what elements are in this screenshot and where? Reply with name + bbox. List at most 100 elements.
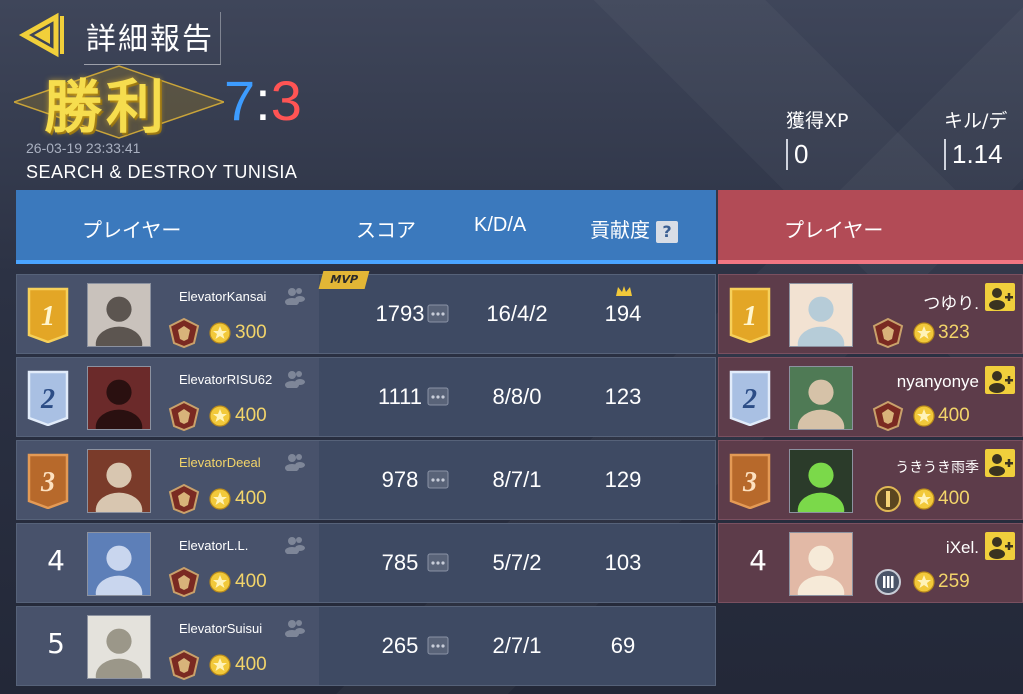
add-friend-icon bbox=[989, 537, 1013, 559]
player-kda: 16/4/2 bbox=[486, 301, 548, 326]
player-kda: 8/7/1 bbox=[492, 467, 542, 492]
friend-status-icon[interactable] bbox=[283, 285, 305, 305]
header-contrib: 貢献度 bbox=[590, 218, 650, 242]
rank-medal-icon: 3 bbox=[27, 453, 69, 509]
blue-player-row[interactable]: 2 ElevatorRISU62 400 1111 8/8/0 123 bbox=[16, 357, 716, 437]
rank-emblem-icon bbox=[872, 400, 904, 432]
back-button[interactable] bbox=[18, 12, 68, 58]
rank-medal-icon: 2 bbox=[729, 370, 771, 426]
add-friend-icon bbox=[989, 454, 1013, 476]
player-level: 259 bbox=[938, 571, 970, 592]
rank-medal-icon: 1 bbox=[729, 287, 771, 343]
player-avatar[interactable] bbox=[87, 615, 151, 679]
score-blue: 7 bbox=[224, 69, 256, 132]
player-level: 323 bbox=[938, 322, 970, 343]
player-name: つゆり. bbox=[923, 294, 979, 313]
svg-text:2: 2 bbox=[40, 384, 55, 415]
xp-stat: 獲得XP 0 bbox=[786, 106, 848, 170]
player-score: 1111 bbox=[377, 384, 423, 409]
star-icon bbox=[913, 322, 935, 344]
match-score: 7:3 bbox=[224, 68, 302, 133]
kd-value: 1.14 bbox=[944, 139, 1007, 170]
player-name: ElevatorRISU62 bbox=[179, 372, 273, 387]
red-header-player: プレイヤー bbox=[784, 218, 884, 242]
player-avatar[interactable] bbox=[789, 532, 853, 596]
svg-text:3: 3 bbox=[40, 467, 55, 498]
friend-status-icon[interactable] bbox=[283, 534, 305, 554]
friend-status-icon[interactable] bbox=[283, 451, 305, 471]
back-arrow-icon bbox=[18, 12, 64, 58]
player-avatar[interactable] bbox=[789, 283, 853, 347]
add-friend-icon bbox=[989, 371, 1013, 393]
player-name: うきうき雨季 bbox=[895, 459, 979, 475]
red-player-row[interactable]: 2 nyanyonye 400 bbox=[718, 357, 1023, 437]
rank-medal-icon: 3 bbox=[729, 453, 771, 509]
blue-player-row[interactable]: 5 ElevatorSuisui 400 265 2/7/1 69 bbox=[16, 606, 716, 686]
rank-emblem-icon bbox=[875, 569, 901, 595]
player-level: 400 bbox=[235, 654, 267, 675]
player-kda: 5/7/2 bbox=[492, 550, 542, 575]
score-separator: : bbox=[255, 69, 271, 132]
red-player-row[interactable]: 1 つゆり. 323 bbox=[718, 274, 1023, 354]
chat-icon[interactable] bbox=[427, 386, 449, 408]
player-contribution: 194 bbox=[604, 301, 642, 326]
add-friend-button[interactable] bbox=[985, 449, 1015, 477]
friend-status-icon[interactable] bbox=[283, 617, 305, 637]
red-player-row[interactable]: 4 iXel. 259 bbox=[718, 523, 1023, 603]
blue-player-row[interactable]: 1 ElevatorKansai 300 MVP 1793 16/4/2 194 bbox=[16, 271, 716, 354]
rank-emblem-icon bbox=[168, 400, 200, 432]
player-avatar[interactable] bbox=[87, 532, 151, 596]
player-level: 400 bbox=[235, 571, 267, 592]
mvp-badge: MVP bbox=[318, 271, 370, 289]
add-friend-icon bbox=[989, 288, 1013, 310]
rank-medal-icon: 2 bbox=[27, 370, 69, 426]
chat-icon[interactable] bbox=[427, 635, 449, 657]
blue-player-row[interactable]: 4 ElevatorL.L. 400 785 5/7/2 103 bbox=[16, 523, 716, 603]
chat-icon[interactable] bbox=[427, 552, 449, 574]
crown-icon bbox=[616, 286, 632, 296]
player-contribution: 123 bbox=[604, 384, 642, 409]
player-kda: 8/8/0 bbox=[492, 384, 542, 409]
star-icon bbox=[209, 405, 231, 427]
player-level: 400 bbox=[938, 405, 970, 426]
rank-number: 4 bbox=[749, 544, 767, 577]
rank-number: 4 bbox=[47, 544, 65, 577]
header-contrib-group: 貢献度? bbox=[590, 214, 678, 243]
chat-icon[interactable] bbox=[427, 469, 449, 491]
rank-medal-icon: 1 bbox=[27, 287, 69, 343]
add-friend-button[interactable] bbox=[985, 532, 1015, 560]
kd-label: キル/デ bbox=[944, 110, 1008, 132]
svg-text:3: 3 bbox=[742, 467, 757, 498]
star-icon bbox=[913, 488, 935, 510]
player-avatar[interactable] bbox=[789, 366, 853, 430]
add-friend-button[interactable] bbox=[985, 283, 1015, 311]
blue-team-header: プレイヤー スコア K/D/A 貢献度? bbox=[16, 190, 716, 264]
red-player-row[interactable]: 3 うきうき雨季 400 bbox=[718, 440, 1023, 520]
match-timestamp: 26-03-19 23:33:41 bbox=[26, 140, 141, 156]
svg-text:2: 2 bbox=[742, 384, 757, 415]
player-level: 300 bbox=[235, 322, 267, 343]
rank-emblem-icon bbox=[875, 486, 901, 512]
player-score: 1793 bbox=[375, 301, 425, 326]
player-avatar[interactable] bbox=[87, 283, 151, 347]
help-icon[interactable]: ? bbox=[656, 220, 678, 243]
star-icon bbox=[209, 654, 231, 676]
rank-number: 5 bbox=[47, 627, 65, 660]
player-level: 400 bbox=[938, 488, 970, 509]
player-contribution: 103 bbox=[604, 550, 642, 575]
player-name: iXel. bbox=[945, 538, 979, 557]
player-avatar[interactable] bbox=[87, 449, 151, 513]
player-kda: 2/7/1 bbox=[492, 633, 542, 658]
kd-stat: キル/デ 1.14 bbox=[944, 106, 1007, 170]
player-name: ElevatorKansai bbox=[179, 289, 267, 304]
player-avatar[interactable] bbox=[789, 449, 853, 513]
score-red: 3 bbox=[270, 69, 302, 132]
player-contribution: 69 bbox=[610, 633, 636, 658]
friend-status-icon[interactable] bbox=[283, 368, 305, 388]
result-text: 勝利 bbox=[44, 73, 169, 141]
blue-player-row[interactable]: 3 ElevatorDeeal 400 978 8/7/1 129 bbox=[16, 440, 716, 520]
player-name: ElevatorL.L. bbox=[179, 538, 249, 553]
player-avatar[interactable] bbox=[87, 366, 151, 430]
chat-icon[interactable] bbox=[427, 303, 449, 325]
add-friend-button[interactable] bbox=[985, 366, 1015, 394]
